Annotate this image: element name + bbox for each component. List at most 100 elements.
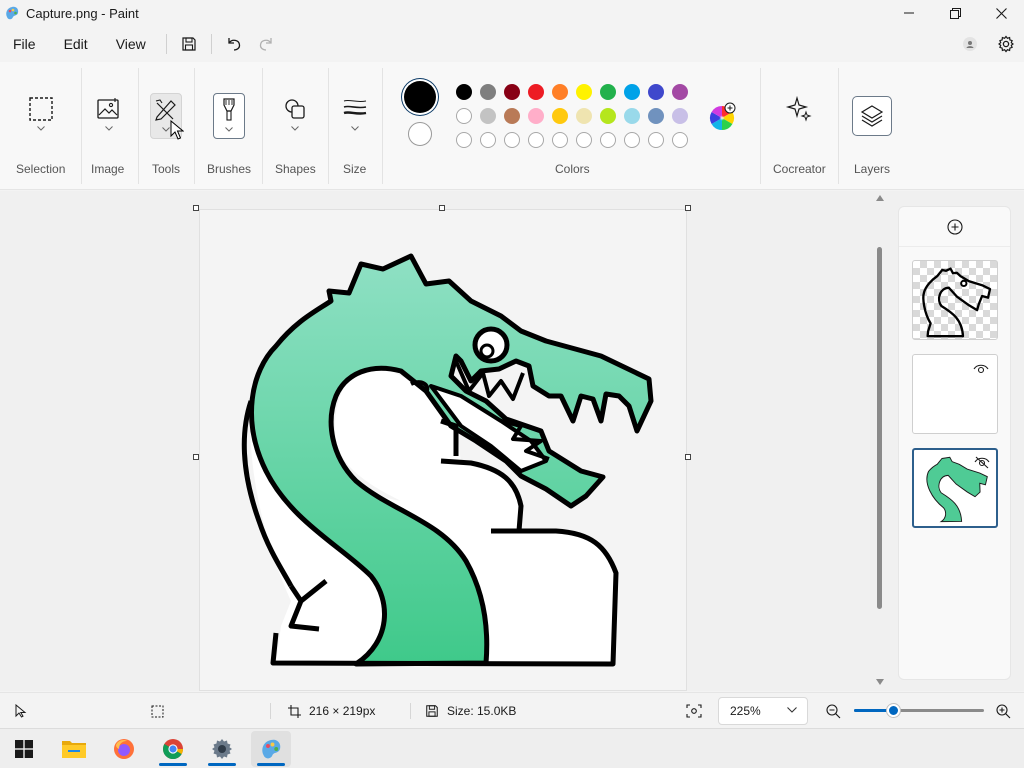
layer-thumbnail-color[interactable] xyxy=(912,448,998,528)
custom-color-slot[interactable] xyxy=(480,132,496,148)
selection-button[interactable] xyxy=(25,92,57,138)
settings-button[interactable] xyxy=(988,28,1024,60)
scroll-up-icon[interactable] xyxy=(876,195,884,201)
image-button[interactable] xyxy=(93,92,125,138)
save-button[interactable] xyxy=(173,28,205,60)
secondary-color-swatch[interactable] xyxy=(408,122,432,146)
fit-to-window-button[interactable] xyxy=(686,693,702,729)
custom-color-slot[interactable] xyxy=(672,132,688,148)
resize-handle-top-right[interactable] xyxy=(685,205,691,211)
color-swatch[interactable] xyxy=(528,84,544,100)
close-button[interactable] xyxy=(978,0,1024,26)
color-swatch[interactable] xyxy=(624,84,640,100)
resize-handle-left[interactable] xyxy=(193,454,199,460)
sparkle-icon xyxy=(785,95,812,122)
paint-app-icon xyxy=(262,739,281,759)
custom-color-slot[interactable] xyxy=(456,132,472,148)
eye-hidden-icon[interactable] xyxy=(974,456,990,469)
color-swatch[interactable] xyxy=(552,108,568,124)
menu-file[interactable]: File xyxy=(0,26,50,62)
color-swatch[interactable] xyxy=(672,108,688,124)
redo-icon xyxy=(259,38,272,51)
custom-color-slot[interactable] xyxy=(600,132,616,148)
close-icon xyxy=(995,7,1007,19)
add-layer-button[interactable] xyxy=(899,207,1010,247)
edit-colors-button[interactable] xyxy=(709,102,736,130)
size-button[interactable] xyxy=(339,92,371,138)
taskbar-chrome[interactable] xyxy=(153,731,193,767)
color-swatch[interactable] xyxy=(456,108,472,124)
layer-thumbnail-blank[interactable] xyxy=(912,354,998,434)
zoom-slider[interactable] xyxy=(854,704,984,717)
minimize-button[interactable] xyxy=(886,0,932,26)
group-label: Image xyxy=(91,162,125,176)
selection-group: Selection xyxy=(0,62,82,190)
color-swatch[interactable] xyxy=(504,84,520,100)
taskbar-file-explorer[interactable] xyxy=(54,731,94,767)
chevron-down-icon xyxy=(225,127,233,132)
pointer-icon xyxy=(15,704,27,718)
layers-button[interactable] xyxy=(852,96,892,136)
taskbar-firefox[interactable] xyxy=(104,731,144,767)
drawing-canvas[interactable] xyxy=(199,209,687,691)
custom-color-slot[interactable] xyxy=(528,132,544,148)
redo-button[interactable] xyxy=(250,28,282,60)
start-button[interactable] xyxy=(4,731,44,767)
scrollbar-thumb[interactable] xyxy=(877,247,882,609)
ribbon: Selection Image Tools Brushes Shapes Siz… xyxy=(0,62,1024,190)
vertical-scrollbar[interactable] xyxy=(874,191,886,691)
custom-color-slot[interactable] xyxy=(648,132,664,148)
custom-color-slot[interactable] xyxy=(552,132,568,148)
cocreator-button[interactable] xyxy=(783,92,815,138)
color-swatch[interactable] xyxy=(456,84,472,100)
color-swatch[interactable] xyxy=(672,84,688,100)
title-bar: Capture.png - Paint xyxy=(0,0,1024,26)
window-title: Capture.png - Paint xyxy=(26,5,139,21)
color-swatch[interactable] xyxy=(576,84,592,100)
color-swatch[interactable] xyxy=(648,84,664,100)
shapes-icon xyxy=(285,99,305,119)
zoom-slider-thumb[interactable] xyxy=(887,704,900,717)
gear-icon xyxy=(998,35,1014,53)
taskbar-paint[interactable] xyxy=(251,731,291,767)
zoom-value: 225% xyxy=(730,704,761,718)
color-swatch[interactable] xyxy=(504,108,520,124)
brushes-button[interactable] xyxy=(213,93,245,139)
folder-icon xyxy=(62,741,86,758)
group-label: Layers xyxy=(854,162,891,176)
zoom-dropdown[interactable]: 225% xyxy=(718,697,808,725)
account-button[interactable] xyxy=(952,28,988,60)
color-swatch[interactable] xyxy=(528,108,544,124)
resize-handle-right[interactable] xyxy=(685,454,691,460)
eye-icon[interactable] xyxy=(973,363,989,375)
color-swatch[interactable] xyxy=(576,108,592,124)
shapes-button[interactable] xyxy=(279,92,311,138)
color-swatch[interactable] xyxy=(552,84,568,100)
maximize-button[interactable] xyxy=(932,0,978,26)
menu-edit[interactable]: Edit xyxy=(50,26,102,62)
resize-handle-top[interactable] xyxy=(439,205,445,211)
color-swatch[interactable] xyxy=(600,108,616,124)
resize-handle-top-left[interactable] xyxy=(193,205,199,211)
color-swatch[interactable] xyxy=(648,108,664,124)
custom-color-slot[interactable] xyxy=(576,132,592,148)
zoom-out-button[interactable] xyxy=(826,693,841,729)
scroll-down-icon[interactable] xyxy=(876,679,884,685)
custom-color-slot[interactable] xyxy=(504,132,520,148)
color-swatch[interactable] xyxy=(480,108,496,124)
layer-thumbnail-outline[interactable] xyxy=(912,260,998,340)
color-swatch[interactable] xyxy=(600,84,616,100)
menu-view[interactable]: View xyxy=(102,26,160,62)
primary-color-swatch[interactable] xyxy=(404,81,436,113)
taskbar-settings[interactable] xyxy=(202,731,242,767)
chrome-icon xyxy=(162,739,184,760)
undo-button[interactable] xyxy=(218,28,250,60)
group-label: Colors xyxy=(555,162,590,176)
custom-color-slot[interactable] xyxy=(624,132,640,148)
group-label: Shapes xyxy=(275,162,316,176)
color-swatch[interactable] xyxy=(480,84,496,100)
color-swatch[interactable] xyxy=(624,108,640,124)
zoom-in-button[interactable] xyxy=(996,693,1011,729)
canvas-size: 216 × 219px xyxy=(288,693,375,729)
group-label: Cocreator xyxy=(773,162,826,176)
